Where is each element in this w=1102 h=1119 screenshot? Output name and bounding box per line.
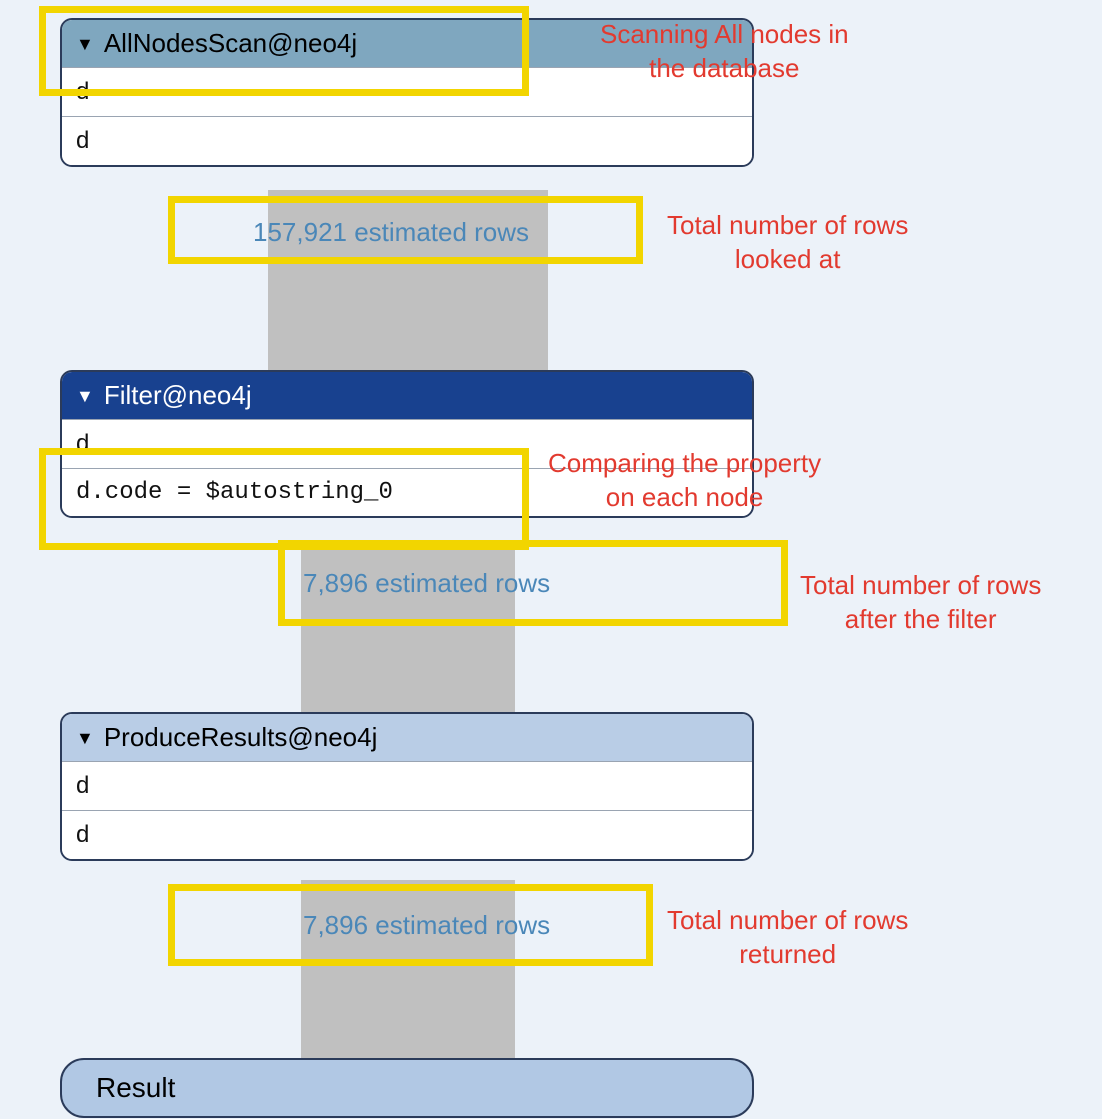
annotation-produce-rows: Total number of rowsreturned bbox=[667, 904, 908, 972]
collapse-icon: ▼ bbox=[76, 387, 94, 405]
annotation-filter-rows: Total number of rowsafter the filter bbox=[800, 569, 1041, 637]
query-plan-diagram: ▼ AllNodesScan@neo4j d d 157,921 estimat… bbox=[0, 0, 1102, 1119]
estimate-after-filter: 7,896 estimated rows bbox=[303, 568, 550, 599]
estimate-after-produce: 7,896 estimated rows bbox=[303, 910, 550, 941]
node-allnodesscan-title: AllNodesScan@neo4j bbox=[104, 28, 357, 59]
node-produceresults-row1: d bbox=[62, 761, 752, 810]
node-filter-title: Filter@neo4j bbox=[104, 380, 252, 411]
annotation-scan-rows: Total number of rowslooked at bbox=[667, 209, 908, 277]
node-allnodesscan-row2: d bbox=[62, 116, 752, 165]
estimate-after-scan: 157,921 estimated rows bbox=[253, 217, 529, 248]
collapse-icon: ▼ bbox=[76, 729, 94, 747]
annotation-filter-expr: Comparing the propertyon each node bbox=[548, 447, 821, 515]
node-produceresults-header[interactable]: ▼ ProduceResults@neo4j bbox=[62, 714, 752, 761]
collapse-icon: ▼ bbox=[76, 35, 94, 53]
node-result: Result bbox=[60, 1058, 754, 1118]
annotation-scan-title: Scanning All nodes inthe database bbox=[600, 18, 849, 86]
node-produceresults: ▼ ProduceResults@neo4j d d bbox=[60, 712, 754, 861]
node-result-label: Result bbox=[96, 1072, 175, 1103]
node-produceresults-title: ProduceResults@neo4j bbox=[104, 722, 378, 753]
node-filter-header[interactable]: ▼ Filter@neo4j bbox=[62, 372, 752, 419]
node-produceresults-row2: d bbox=[62, 810, 752, 859]
